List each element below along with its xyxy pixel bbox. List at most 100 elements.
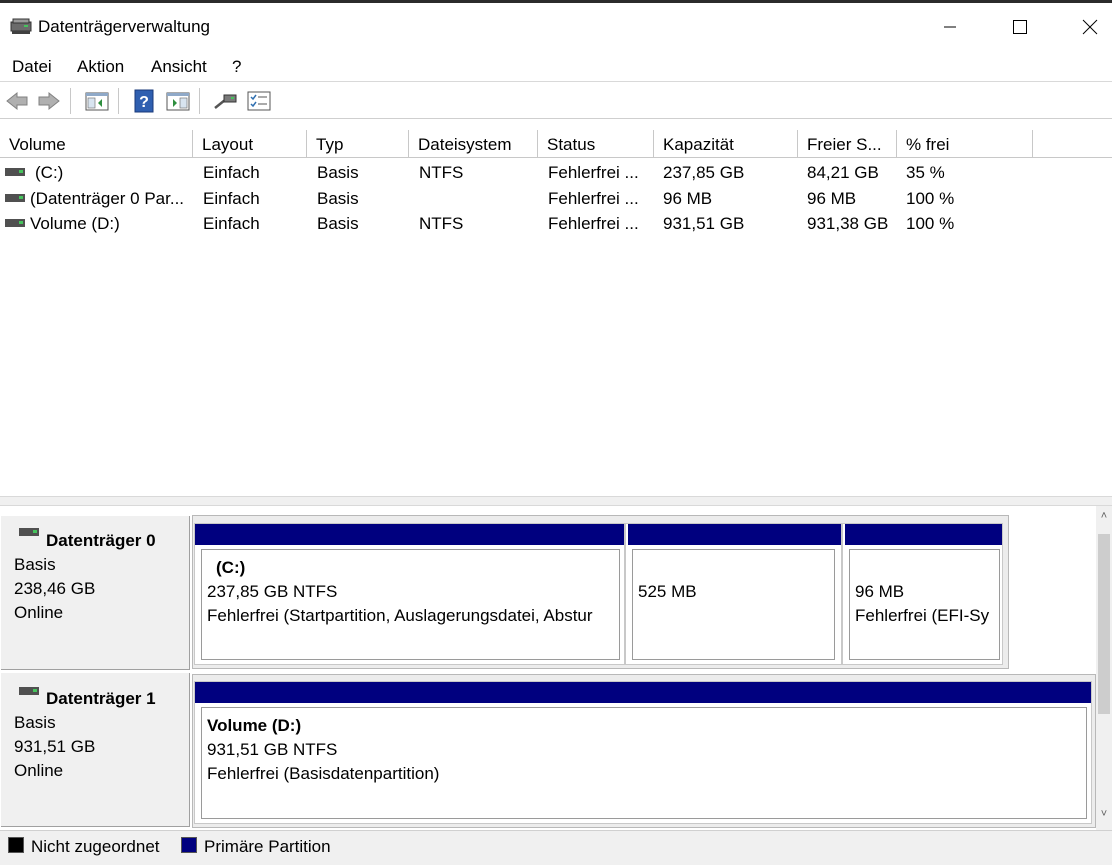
column-header-volume[interactable]: Volume [0, 130, 193, 158]
maximize-button[interactable] [985, 3, 1055, 50]
toolbar: ? [0, 83, 1112, 119]
cell-typ: Basis [317, 214, 359, 233]
cell-volume: Volume (D:) [30, 214, 120, 233]
cell-kapazitaet: 96 MB [663, 189, 713, 208]
pane-splitter[interactable] [0, 496, 1112, 506]
menu-ansicht[interactable]: Ansicht [151, 57, 207, 77]
partition-status: Fehlerfrei (Basisdatenpartition) [207, 764, 440, 783]
primary-partition-bar [195, 524, 624, 545]
action-pane-icon[interactable] [165, 89, 191, 113]
column-header-kapazitaet[interactable]: Kapazität [654, 130, 798, 158]
maximize-icon [1013, 19, 1027, 34]
column-header-prozent-frei[interactable]: % frei [897, 130, 1033, 158]
table-row[interactable]: Volume (D:) Einfach Basis NTFS Fehlerfre… [0, 211, 1112, 236]
toolbar-separator [118, 88, 119, 114]
partition-size: 96 MB [855, 582, 905, 601]
disk-state: Online [14, 603, 64, 622]
disk-graphic-view: Datenträger 0 Basis 238,46 GB Online (C:… [0, 506, 1096, 830]
minimize-button[interactable] [915, 3, 985, 50]
close-icon [1082, 19, 1098, 34]
column-header-freier-speicher[interactable]: Freier S... [798, 130, 897, 158]
partition-d[interactable]: Volume (D:) 931,51 GB NTFS Fehlerfrei (B… [194, 681, 1092, 824]
partition-c[interactable]: (C:) 237,85 GB NTFS Fehlerfrei (Startpar… [194, 523, 625, 665]
svg-text:?: ? [139, 94, 149, 111]
cell-layout: Einfach [203, 189, 260, 208]
cell-kapazitaet: 931,51 GB [663, 214, 745, 233]
disk-icon [19, 528, 39, 536]
primary-partition-bar [845, 524, 1002, 545]
partition-efi[interactable]: 96 MB Fehlerfrei (EFI-Sy [842, 523, 1003, 665]
scroll-thumb[interactable] [1098, 534, 1110, 714]
cell-dateisystem: NTFS [419, 163, 464, 182]
cell-freier-speicher: 96 MB [807, 189, 857, 208]
partition-size: 525 MB [638, 582, 697, 601]
cell-prozent-frei: 100 % [906, 214, 955, 233]
menu-help[interactable]: ? [232, 57, 241, 77]
toolbar-separator [199, 88, 200, 114]
primary-partition-bar [628, 524, 841, 545]
disk-state: Online [14, 761, 64, 780]
disk-size: 238,46 GB [14, 579, 96, 598]
partition-body: 96 MB Fehlerfrei (EFI-Sy [849, 549, 1000, 660]
disk-name: Datenträger 0 [46, 531, 156, 550]
drive-icon [5, 168, 25, 176]
column-header-typ[interactable]: Typ [307, 130, 409, 158]
partition-size: 931,51 GB NTFS [207, 740, 338, 759]
partition-525mb[interactable]: 525 MB [625, 523, 842, 665]
cell-prozent-frei: 100 % [906, 189, 955, 208]
legend-swatch-primary [181, 837, 197, 853]
primary-partition-bar [195, 682, 1091, 703]
disk-0-partitions: (C:) 237,85 GB NTFS Fehlerfrei (Startpar… [192, 515, 1009, 669]
table-row[interactable]: (Datenträger 0 Par... Einfach Basis Fehl… [0, 186, 1112, 211]
disk-0-label[interactable]: Datenträger 0 Basis 238,46 GB Online [0, 515, 191, 671]
column-header-layout[interactable]: Layout [193, 130, 307, 158]
legend-swatch-unallocated [8, 837, 24, 853]
cell-kapazitaet: 237,85 GB [663, 163, 745, 182]
help-icon[interactable]: ? [131, 89, 157, 113]
graphic-view-scrollbar[interactable]: ˄ ˅ [1096, 506, 1112, 830]
cell-status: Fehlerfrei ... [548, 189, 639, 208]
forward-arrow-icon[interactable] [36, 89, 62, 113]
menu-datei[interactable]: Datei [12, 57, 52, 77]
cell-freier-speicher: 931,38 GB [807, 214, 889, 233]
legend-label-unallocated: Nicht zugeordnet [31, 837, 160, 856]
connect-icon[interactable] [212, 89, 238, 113]
disk-1-label[interactable]: Datenträger 1 Basis 931,51 GB Online [0, 672, 191, 828]
toolbar-separator [70, 88, 71, 114]
partition-body: Volume (D:) 931,51 GB NTFS Fehlerfrei (B… [201, 707, 1087, 819]
column-header-dateisystem[interactable]: Dateisystem [409, 130, 538, 158]
disk-name: Datenträger 1 [46, 689, 156, 708]
disk-management-app-icon [10, 18, 32, 34]
disk-size: 931,51 GB [14, 737, 96, 756]
cell-freier-speicher: 84,21 GB [807, 163, 879, 182]
window-title: Datenträgerverwaltung [38, 17, 210, 36]
cell-status: Fehlerfrei ... [548, 214, 639, 233]
partition-title: Volume (D:) [207, 716, 302, 735]
legend: Nicht zugeordnet Primäre Partition [0, 830, 1112, 865]
cell-prozent-frei: 35 % [906, 163, 945, 182]
close-button[interactable] [1055, 3, 1112, 50]
disk-type: Basis [14, 555, 56, 574]
column-header-status[interactable]: Status [538, 130, 654, 158]
disk-type: Basis [14, 713, 56, 732]
console-tree-icon[interactable] [84, 89, 110, 113]
cell-layout: Einfach [203, 214, 260, 233]
cell-status: Fehlerfrei ... [548, 163, 639, 182]
volume-list: Volume Layout Typ Dateisystem Status Kap… [0, 130, 1112, 496]
table-row[interactable]: (C:) Einfach Basis NTFS Fehlerfrei ... 2… [0, 160, 1112, 185]
back-arrow-icon[interactable] [4, 89, 30, 113]
partition-body: (C:) 237,85 GB NTFS Fehlerfrei (Startpar… [201, 549, 620, 660]
partition-size: 237,85 GB NTFS [207, 582, 338, 601]
partition-status: Fehlerfrei (EFI-Sy [855, 606, 990, 625]
menu-aktion[interactable]: Aktion [77, 57, 124, 77]
scroll-up-icon[interactable]: ˄ [1096, 510, 1112, 528]
cell-dateisystem: NTFS [419, 214, 464, 233]
cell-volume: (C:) [35, 163, 64, 182]
properties-list-icon[interactable] [246, 89, 272, 113]
legend-label-primary: Primäre Partition [204, 837, 331, 856]
minimize-icon [944, 26, 956, 27]
drive-icon [5, 194, 25, 202]
cell-typ: Basis [317, 189, 359, 208]
scroll-down-icon[interactable]: ˅ [1096, 808, 1112, 826]
disk-1-partitions: Volume (D:) 931,51 GB NTFS Fehlerfrei (B… [192, 674, 1096, 828]
